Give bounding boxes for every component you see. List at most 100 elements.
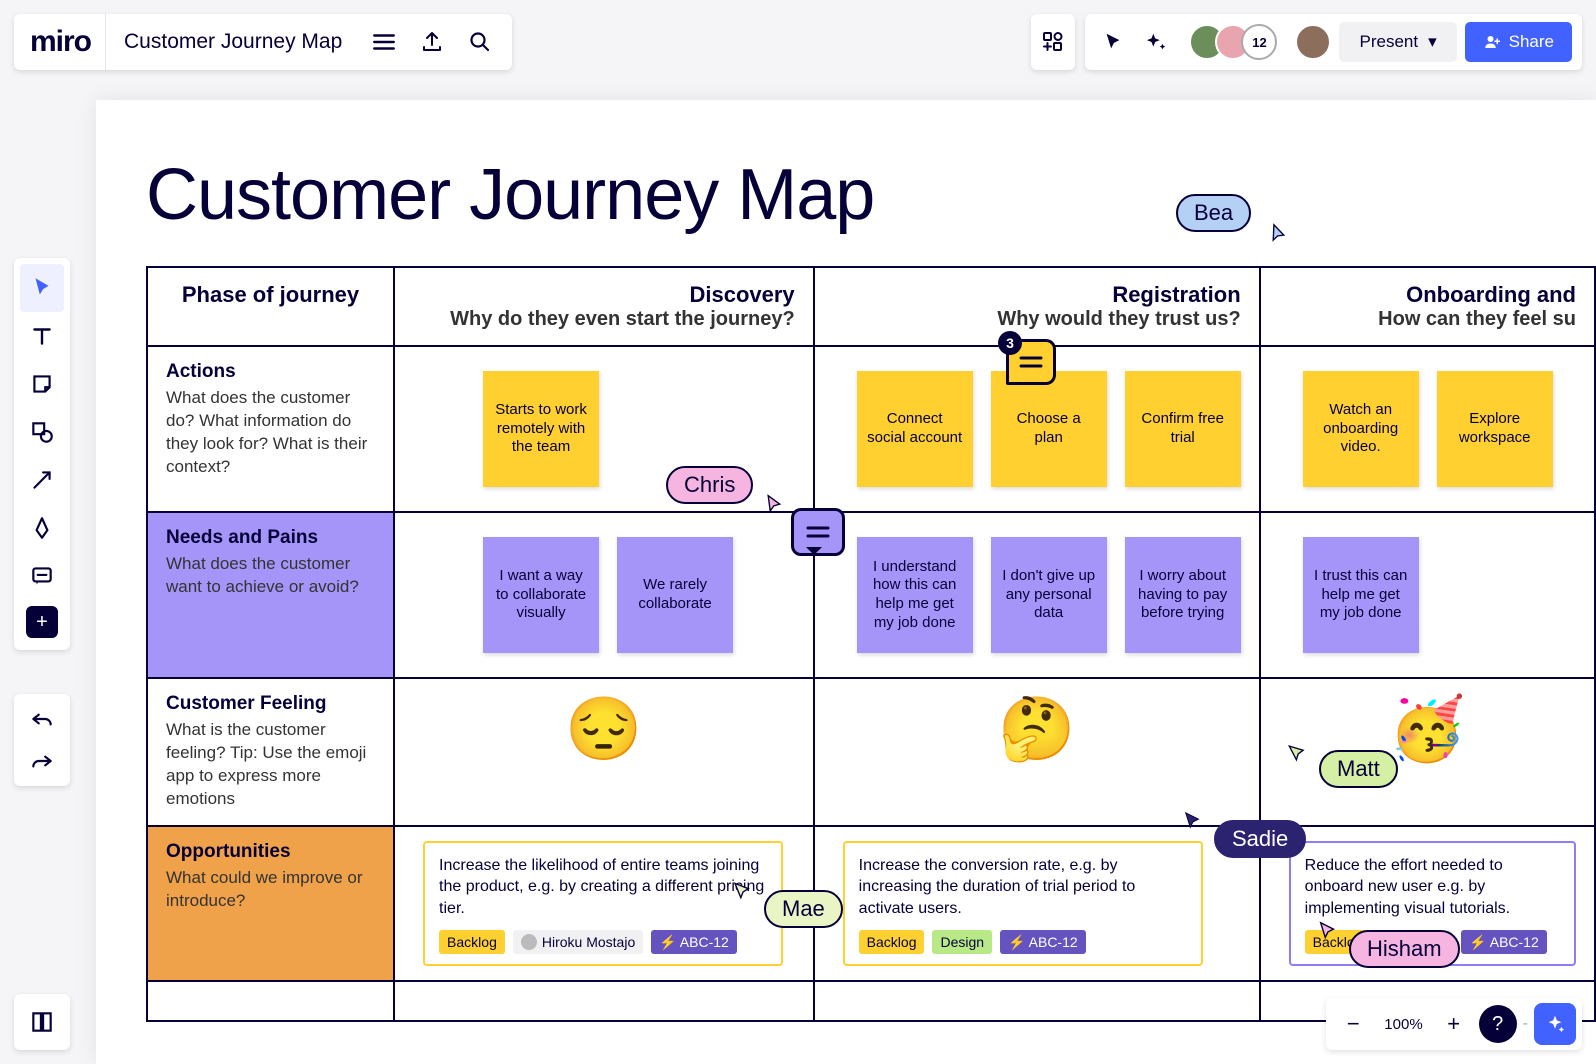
sticky-note[interactable]: Connect social account <box>857 371 973 487</box>
sticky-note[interactable]: Watch an onboarding video. <box>1303 371 1419 487</box>
tag-backlog[interactable]: Backlog <box>439 930 505 955</box>
sticky-note[interactable]: I worry about having to pay before tryin… <box>1125 537 1241 653</box>
journey-map-table[interactable]: Phase of journey Discovery Why do they e… <box>146 266 1596 1022</box>
sticky-note[interactable]: We rarely collaborate <box>617 537 733 653</box>
ai-sparkle-icon <box>1544 1013 1566 1035</box>
ai-assist-button[interactable] <box>1534 1003 1576 1045</box>
shape-tool[interactable] <box>20 408 64 456</box>
line-tool[interactable] <box>20 456 64 504</box>
text-icon <box>29 323 55 349</box>
comment-tool[interactable] <box>20 552 64 600</box>
chat-bubble[interactable] <box>791 508 845 556</box>
comment-thread-badge[interactable]: 3 <box>1006 339 1056 385</box>
tag-design[interactable]: Design <box>932 930 992 955</box>
frames-button[interactable] <box>14 994 70 1050</box>
sticky-icon <box>29 371 55 397</box>
arrow-icon <box>29 467 55 493</box>
cursor-label: Chris <box>666 466 753 504</box>
phase-col-registration[interactable]: Registration Why would they trust us? <box>814 267 1260 346</box>
sticky-note[interactable]: I want a way to collaborate visually <box>483 537 599 653</box>
phase-title: Registration <box>833 282 1241 308</box>
board-canvas[interactable]: Customer Journey Map Phase of journey Di… <box>96 100 1596 1064</box>
zoom-level[interactable]: 100% <box>1378 1016 1428 1033</box>
add-tool-button[interactable]: + <box>26 606 58 638</box>
opportunity-text: Reduce the effort needed to onboard new … <box>1305 855 1560 920</box>
miro-logo[interactable]: miro <box>22 14 106 70</box>
cursor-tool-button[interactable] <box>1095 31 1131 53</box>
tag-jira[interactable]: ⚡ ABC-12 <box>651 930 737 955</box>
zoom-controls: − 100% + ? - <box>1326 998 1582 1050</box>
jira-key: ABC-12 <box>1029 934 1078 950</box>
chevron-down-icon: ▾ <box>1428 32 1437 52</box>
topbar-right-controls: 12 Present ▾ Share <box>1031 14 1582 70</box>
tool-panel: + <box>14 258 70 650</box>
canvas-title[interactable]: Customer Journey Map <box>96 100 1596 266</box>
assignee-name: Hiroku Mostajo <box>542 933 635 952</box>
search-icon <box>468 30 492 54</box>
avatar-overflow[interactable]: 12 <box>1241 24 1277 60</box>
minus-icon: − <box>1347 1011 1360 1037</box>
board-title[interactable]: Customer Journey Map <box>106 30 360 54</box>
emoji-thinking[interactable]: 🤔 <box>998 695 1075 764</box>
cursor-label: Hisham <box>1349 930 1460 968</box>
search-button[interactable] <box>456 18 504 66</box>
apps-icon <box>1041 30 1065 54</box>
export-button[interactable] <box>408 18 456 66</box>
jira-key: ABC-12 <box>1490 934 1539 950</box>
cursor-mae: Mae <box>736 890 843 928</box>
row-desc: What does the customer want to achieve o… <box>166 553 375 599</box>
cursor-chris: Chris <box>666 466 781 504</box>
tag-backlog[interactable]: Backlog <box>859 930 925 955</box>
sticky-note[interactable]: Confirm free trial <box>1125 371 1241 487</box>
apps-button[interactable] <box>1031 14 1075 70</box>
collab-controls: 12 Present ▾ Share <box>1085 14 1582 70</box>
zoom-out-button[interactable]: − <box>1332 1003 1374 1045</box>
present-button[interactable]: Present ▾ <box>1339 22 1456 62</box>
sticky-note-tool[interactable] <box>20 360 64 408</box>
pen-tool[interactable] <box>20 504 64 552</box>
cursor-matt: Matt <box>1291 750 1398 788</box>
select-tool[interactable] <box>20 264 64 312</box>
cursor-label: Sadie <box>1214 820 1306 858</box>
cursor-icon <box>1285 740 1310 765</box>
opportunity-card[interactable]: Increase the likelihood of entire teams … <box>423 841 783 967</box>
sticky-note[interactable]: I don't give up any personal data <box>991 537 1107 653</box>
opportunity-card[interactable]: Increase the conversion rate, e.g. by in… <box>843 841 1203 967</box>
cursor-label: Matt <box>1319 750 1398 788</box>
help-button[interactable]: ? <box>1479 1005 1517 1043</box>
sticky-note[interactable]: I trust this can help me get my job done <box>1303 537 1419 653</box>
tag-assignee[interactable]: Hiroku Mostajo <box>513 930 643 955</box>
tag-jira[interactable]: ⚡ ABC-12 <box>1461 930 1547 955</box>
phase-subtitle: Why do they even start the journey? <box>413 308 795 331</box>
reactions-button[interactable] <box>1139 31 1175 53</box>
text-tool[interactable] <box>20 312 64 360</box>
export-icon <box>420 30 444 54</box>
comment-lines-icon <box>1019 355 1043 369</box>
topbar-left-controls: miro Customer Journey Map <box>14 14 512 70</box>
sticky-note[interactable]: Choose a plan <box>991 371 1107 487</box>
hamburger-icon <box>371 29 397 55</box>
sticky-note[interactable]: Starts to work remotely with the team <box>483 371 599 487</box>
undo-button[interactable] <box>20 698 64 740</box>
phase-col-discovery[interactable]: Discovery Why do they even start the jou… <box>394 267 814 346</box>
person-add-icon <box>1483 33 1501 51</box>
cursor-bea: Bea <box>1176 194 1279 232</box>
emoji-pensive[interactable]: 😔 <box>565 695 642 764</box>
sticky-note[interactable]: Explore workspace <box>1437 371 1553 487</box>
main-menu-button[interactable] <box>360 18 408 66</box>
opportunity-text: Increase the conversion rate, e.g. by in… <box>859 855 1187 920</box>
collaborator-avatars[interactable]: 12 <box>1189 24 1277 60</box>
undo-icon <box>29 706 55 732</box>
tag-jira[interactable]: ⚡ ABC-12 <box>1000 930 1086 955</box>
jira-icon: ⚡ <box>1008 934 1025 950</box>
jira-key: ABC-12 <box>680 934 729 950</box>
current-user-avatar[interactable] <box>1295 24 1331 60</box>
comment-icon <box>29 563 55 589</box>
zoom-in-button[interactable]: + <box>1433 1003 1475 1045</box>
redo-button[interactable] <box>20 740 64 782</box>
phase-col-onboarding[interactable]: Onboarding and How can they feel su <box>1260 267 1595 346</box>
share-button[interactable]: Share <box>1465 22 1572 62</box>
sticky-note[interactable]: I understand how this can help me get my… <box>857 537 973 653</box>
phase-subtitle: How can they feel su <box>1279 308 1576 331</box>
emoji-party[interactable]: 🥳 <box>1389 695 1466 764</box>
